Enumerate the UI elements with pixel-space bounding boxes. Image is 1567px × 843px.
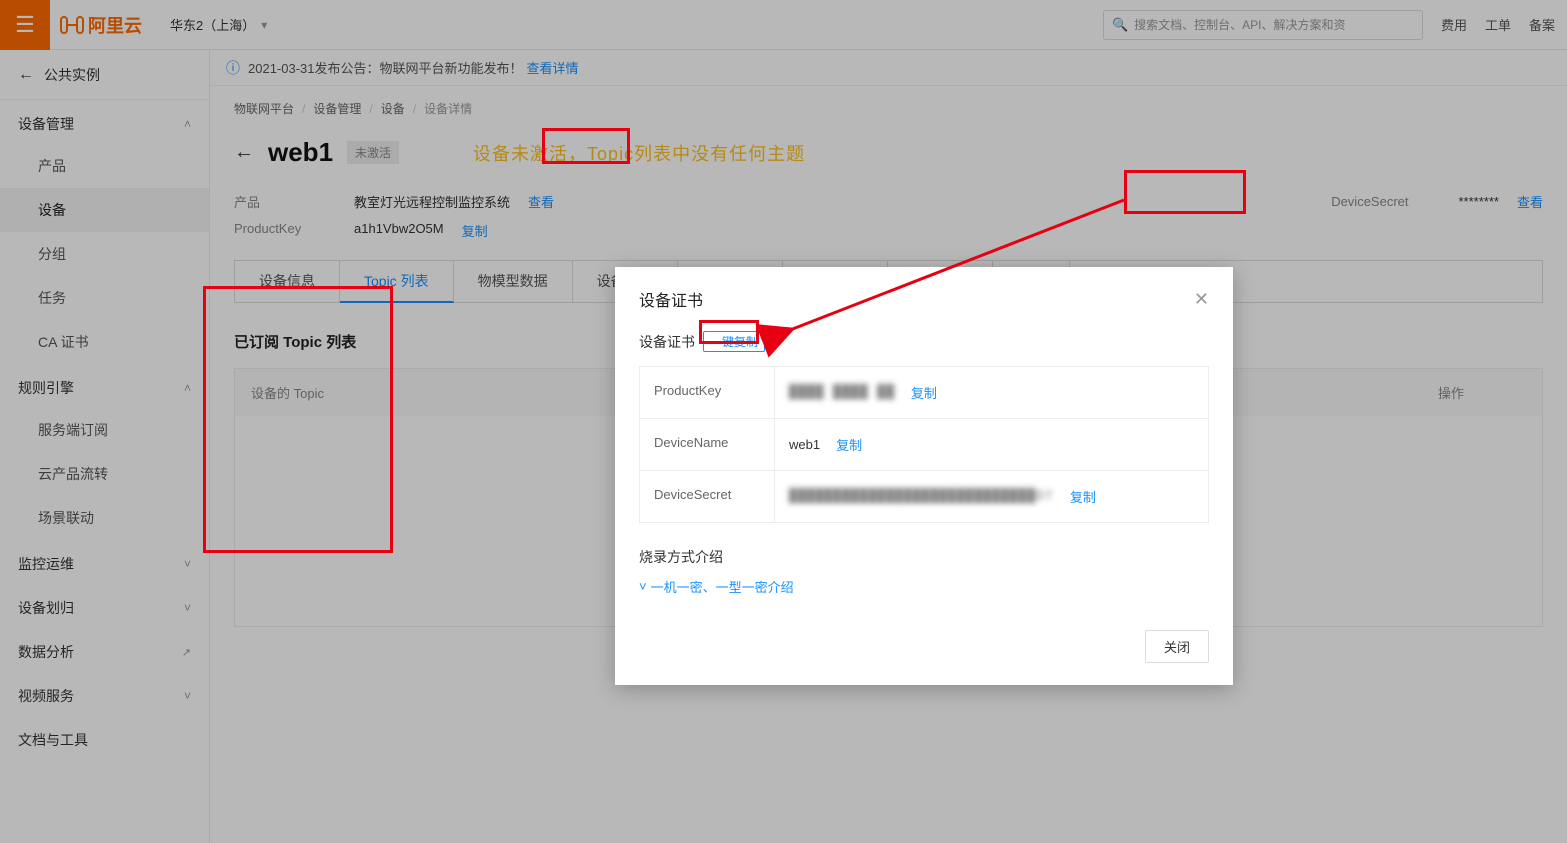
burn-link[interactable]: ˅ 一机一密、一型一密介绍 <box>639 577 1209 596</box>
cert-devicename-label: DeviceName <box>640 419 775 470</box>
device-cert-modal: 设备证书 ✕ 设备证书 一键复制 ProductKey ████ ████ ██… <box>615 267 1233 685</box>
copy-productkey-link[interactable]: 复制 <box>911 383 937 402</box>
burn-title: 烧录方式介绍 <box>639 547 1209 567</box>
cert-productkey-label: ProductKey <box>640 367 775 418</box>
cert-devicesecret-value: ████████████████████████████0f <box>789 489 1054 504</box>
cert-table: ProductKey ████ ████ ██ 复制 DeviceName we… <box>639 366 1209 523</box>
copy-devicesecret-link[interactable]: 复制 <box>1070 487 1096 506</box>
one-click-copy-button[interactable]: 一键复制 <box>703 331 765 352</box>
copy-devicename-link[interactable]: 复制 <box>836 435 862 454</box>
cert-productkey-value: ████ ████ ██ <box>789 385 895 400</box>
modal-title: 设备证书 <box>639 287 703 311</box>
cert-devicesecret-label: DeviceSecret <box>640 471 775 522</box>
chevron-down-icon: ˅ <box>639 579 647 594</box>
cert-devicename-value: web1 <box>789 437 820 452</box>
modal-close-button[interactable]: 关闭 <box>1145 630 1209 663</box>
close-icon[interactable]: ✕ <box>1194 289 1209 310</box>
cert-heading: 设备证书 <box>639 332 695 352</box>
